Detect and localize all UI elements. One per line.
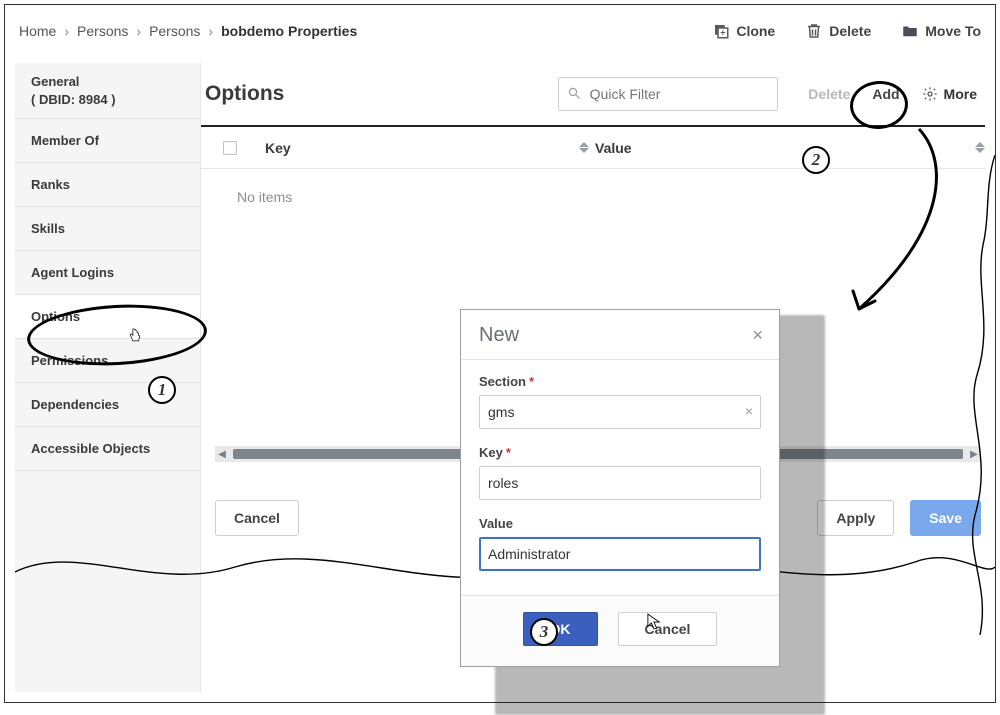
column-value-label: Value (595, 140, 632, 156)
chevron-right-icon: › (208, 23, 213, 39)
sort-icon (975, 142, 985, 153)
breadcrumb: Home › Persons › Persons › bobdemo Prope… (19, 23, 357, 39)
sidebar-item-permissions[interactable]: Permissions (15, 339, 200, 383)
sidebar-item-skills[interactable]: Skills (15, 207, 200, 251)
sidebar-item-ranks[interactable]: Ranks (15, 163, 200, 207)
options-title: Options (201, 82, 284, 106)
new-dialog: New × Section* × Key* Value (460, 309, 780, 667)
column-key-label: Key (265, 140, 291, 156)
options-add-button[interactable]: Add (872, 86, 899, 102)
sidebar-item-accessible[interactable]: Accessible Objects (15, 427, 200, 471)
scroll-left-icon[interactable]: ◀ (215, 447, 229, 461)
sidebar-item-options[interactable]: Options (15, 295, 200, 339)
gear-icon (922, 86, 938, 102)
ok-button[interactable]: OK (523, 612, 598, 646)
moveto-label: Move To (925, 23, 981, 39)
folder-icon (901, 22, 919, 40)
clone-icon: + (712, 22, 730, 40)
section-label: Section* (479, 374, 761, 389)
no-items-label: No items (201, 169, 985, 205)
sidebar-item-general[interactable]: General ( DBID: 8984 ) (15, 63, 200, 119)
clone-button[interactable]: + Clone (712, 22, 775, 40)
cancel-button[interactable]: Cancel (215, 500, 299, 536)
sidebar-item-dependencies[interactable]: Dependencies (15, 383, 200, 427)
move-to-button[interactable]: Move To (901, 22, 981, 40)
options-more-button[interactable]: More (922, 86, 977, 102)
more-label: More (944, 86, 977, 102)
breadcrumb-home[interactable]: Home (19, 23, 56, 39)
save-button[interactable]: Save (910, 500, 981, 536)
clear-icon[interactable]: × (745, 403, 753, 419)
delete-label: Delete (829, 23, 871, 39)
breadcrumb-current: bobdemo Properties (221, 23, 357, 39)
dialog-title: New (479, 324, 519, 347)
sidebar: General ( DBID: 8984 ) Member Of Ranks S… (15, 63, 201, 692)
breadcrumb-persons-1[interactable]: Persons (77, 23, 128, 39)
svg-text:+: + (721, 28, 726, 38)
scroll-right-icon[interactable]: ▶ (967, 447, 981, 461)
options-delete-button: Delete (808, 86, 850, 102)
search-icon (567, 86, 581, 102)
column-value[interactable]: Value (589, 140, 985, 156)
chevron-right-icon: › (64, 23, 69, 39)
delete-button[interactable]: Delete (805, 22, 871, 40)
close-icon[interactable]: × (752, 325, 763, 346)
key-label: Key* (479, 445, 761, 460)
chevron-right-icon: › (136, 23, 141, 39)
value-input[interactable] (479, 537, 761, 571)
apply-button[interactable]: Apply (817, 500, 894, 536)
quick-filter-input[interactable] (588, 85, 770, 103)
quick-filter-wrap[interactable] (558, 77, 778, 111)
column-key[interactable]: Key (259, 140, 589, 156)
table-header: Key Value (201, 125, 985, 169)
sidebar-item-memberof[interactable]: Member Of (15, 119, 200, 163)
sort-icon (579, 142, 589, 153)
select-all-checkbox[interactable] (223, 141, 237, 155)
key-input[interactable] (479, 466, 761, 500)
trash-icon (805, 22, 823, 40)
dialog-cancel-button[interactable]: Cancel (618, 612, 718, 646)
section-input[interactable] (479, 395, 761, 429)
clone-label: Clone (736, 23, 775, 39)
sidebar-item-agentlogins[interactable]: Agent Logins (15, 251, 200, 295)
value-label: Value (479, 516, 761, 531)
breadcrumb-persons-2[interactable]: Persons (149, 23, 200, 39)
